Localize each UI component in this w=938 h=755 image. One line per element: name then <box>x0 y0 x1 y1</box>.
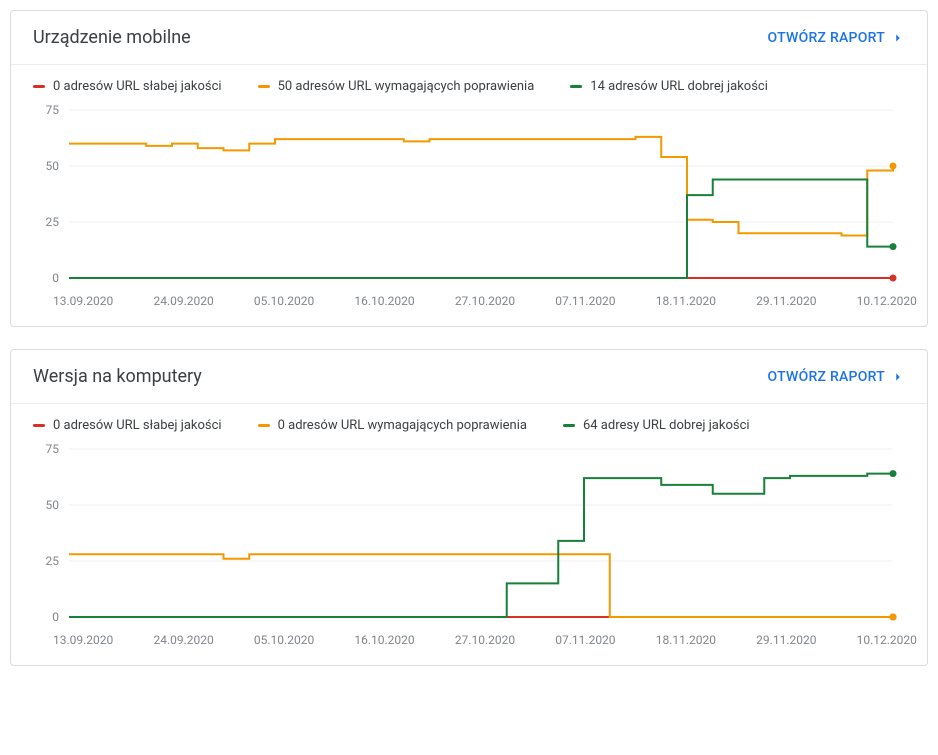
good-swatch <box>570 85 582 88</box>
legend-label: 14 adresów URL dobrej jakości <box>590 79 768 94</box>
y-tick-label: 50 <box>46 498 60 512</box>
legend: 0 adresów URL słabej jakości 50 adresów U… <box>11 65 927 98</box>
chevron-right-icon <box>891 31 905 45</box>
x-tick-label: 13.09.2020 <box>53 633 113 647</box>
series-end-dot <box>890 470 897 477</box>
y-tick-label: 50 <box>46 159 60 173</box>
x-tick-label: 16.10.2020 <box>354 633 414 647</box>
y-tick-label: 0 <box>52 610 59 621</box>
legend-label: 0 adresów URL wymagających poprawienia <box>278 418 527 433</box>
report-card: Urządzenie mobilne OTWÓRZ RAPORT 0 adresów… <box>10 10 928 327</box>
legend-item: 14 adresów URL dobrej jakości <box>570 79 768 94</box>
y-tick-label: 75 <box>46 103 60 117</box>
legend: 0 adresów URL słabej jakości 0 adresów UR… <box>11 404 927 437</box>
improve-swatch <box>258 424 270 427</box>
x-tick-label: 29.11.2020 <box>756 633 816 647</box>
y-tick-label: 0 <box>52 271 59 282</box>
y-tick-label: 75 <box>46 442 60 456</box>
legend-label: 64 adresy URL dobrej jakości <box>583 418 750 433</box>
legend-label: 0 adresów URL słabej jakości <box>53 79 222 94</box>
good-swatch <box>563 424 575 427</box>
series-good <box>69 179 893 278</box>
x-tick-label: 05.10.2020 <box>254 633 314 647</box>
open-report-link[interactable]: OTWÓRZ RAPORT <box>768 369 905 385</box>
series-end-dot <box>890 614 897 621</box>
legend-item: 0 adresów URL wymagających poprawienia <box>258 418 527 433</box>
card-header: Wersja na komputery OTWÓRZ RAPORT <box>11 350 927 404</box>
legend-item: 64 adresy URL dobrej jakości <box>563 418 750 433</box>
x-tick-label: 16.10.2020 <box>354 294 414 308</box>
x-axis-labels: 13.09.2020 24.09.2020 05.10.2020 16.10.2020… <box>11 631 927 665</box>
card-title: Wersja na komputery <box>33 366 202 387</box>
series-good <box>69 474 893 617</box>
report-card: Wersja na komputery OTWÓRZ RAPORT 0 adresó… <box>10 349 928 666</box>
y-tick-label: 25 <box>46 554 60 568</box>
x-tick-label: 13.09.2020 <box>53 294 113 308</box>
series-end-dot <box>890 163 897 170</box>
card-title: Urządzenie mobilne <box>33 27 191 48</box>
x-tick-label: 18.11.2020 <box>656 294 716 308</box>
x-tick-label: 24.09.2020 <box>153 294 213 308</box>
legend-label: 0 adresów URL słabej jakości <box>53 418 222 433</box>
legend-item: 0 adresów URL słabej jakości <box>33 79 222 94</box>
x-tick-label: 27.10.2020 <box>455 633 515 647</box>
open-report-link[interactable]: OTWÓRZ RAPORT <box>768 30 905 46</box>
line-chart: 0 25 50 75 <box>33 441 903 621</box>
open-report-label: OTWÓRZ RAPORT <box>768 30 885 46</box>
poor-swatch <box>33 424 45 427</box>
chart-area: 0 25 50 75 <box>11 437 927 631</box>
x-tick-label: 18.11.2020 <box>656 633 716 647</box>
x-tick-label: 07.11.2020 <box>555 294 615 308</box>
improve-swatch <box>258 85 270 88</box>
y-tick-label: 25 <box>46 215 60 229</box>
poor-swatch <box>33 85 45 88</box>
chart-area: 0 25 50 75 <box>11 98 927 292</box>
line-chart: 0 25 50 75 <box>33 102 903 282</box>
series-improve <box>69 137 893 236</box>
chevron-right-icon <box>891 370 905 384</box>
x-tick-label: 10.12.2020 <box>857 633 917 647</box>
x-tick-label: 07.11.2020 <box>555 633 615 647</box>
x-tick-label: 10.12.2020 <box>857 294 917 308</box>
series-end-dot <box>890 243 897 250</box>
x-tick-label: 05.10.2020 <box>254 294 314 308</box>
series-end-dot <box>890 275 897 282</box>
series-improve <box>69 554 893 617</box>
legend-item: 0 adresów URL słabej jakości <box>33 418 222 433</box>
x-axis-labels: 13.09.2020 24.09.2020 05.10.2020 16.10.2020… <box>11 292 927 326</box>
x-tick-label: 27.10.2020 <box>455 294 515 308</box>
x-tick-label: 24.09.2020 <box>153 633 213 647</box>
legend-item: 50 adresów URL wymagających poprawienia <box>258 79 535 94</box>
card-header: Urządzenie mobilne OTWÓRZ RAPORT <box>11 11 927 65</box>
open-report-label: OTWÓRZ RAPORT <box>768 369 885 385</box>
legend-label: 50 adresów URL wymagających poprawienia <box>278 79 535 94</box>
x-tick-label: 29.11.2020 <box>756 294 816 308</box>
